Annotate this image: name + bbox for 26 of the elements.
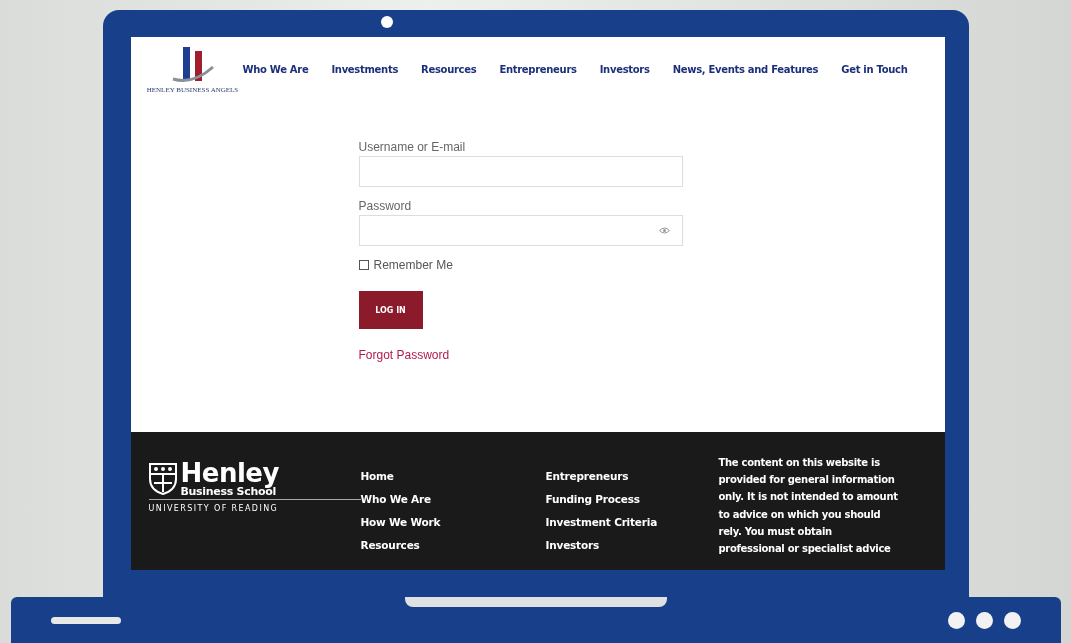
disclaimer-text: The content on this website is provided for general information only. It is not intended to amount to advice on which you should rely. You must obtain professional or specialist advice	[718, 456, 899, 556]
password-field[interactable]	[358, 215, 683, 246]
footer-link[interactable]: Resources	[360, 539, 546, 551]
footer-link[interactable]: Who We Are	[360, 493, 546, 505]
camera-icon	[380, 16, 393, 28]
nav-link[interactable]: Resources	[421, 64, 477, 75]
footer-link[interactable]: How We Work	[360, 516, 546, 528]
footer-logo-name: Henley	[180, 460, 279, 486]
forgot-password-link[interactable]: Forgot Password	[358, 348, 945, 362]
nav-link[interactable]: News, Events and Features	[672, 64, 819, 75]
eye-icon[interactable]	[658, 227, 670, 234]
nav-link[interactable]: Who We Are	[242, 64, 309, 75]
shield-crest-icon	[148, 462, 177, 495]
footer-logo-subtitle: Business School	[180, 486, 276, 497]
nav-link[interactable]: Get in Touch	[841, 64, 908, 75]
username-field[interactable]	[358, 156, 683, 187]
remember-checkbox[interactable]	[358, 260, 369, 270]
login-button[interactable]: LOG IN	[358, 291, 423, 329]
nav-link[interactable]: Investors	[599, 64, 650, 75]
nav-link[interactable]: Investments	[331, 64, 399, 75]
field-label: Username or E-mail	[358, 140, 467, 154]
field-label: Password	[358, 199, 413, 213]
nav-link[interactable]: Entrepreneurs	[499, 64, 577, 75]
footer-link[interactable]: Home	[360, 470, 546, 482]
remember-label: Remember Me	[373, 258, 453, 272]
university-name: UNIVERSITY OF READING	[148, 499, 361, 513]
